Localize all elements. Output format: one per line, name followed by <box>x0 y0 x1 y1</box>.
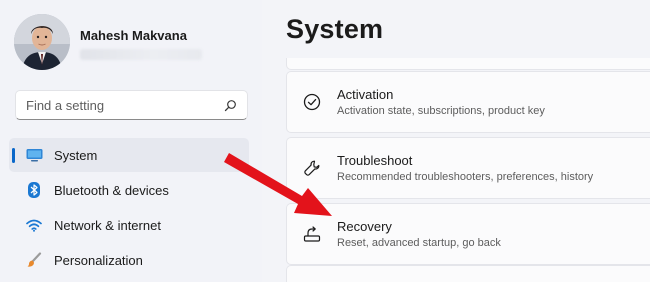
setting-title: Activation <box>337 87 394 102</box>
settings-card-recovery[interactable]: Recovery Reset, advanced startup, go bac… <box>286 203 650 265</box>
page-title: System <box>286 14 384 44</box>
active-indicator <box>12 148 15 163</box>
setting-title: Recovery <box>337 219 392 234</box>
brush-icon <box>25 251 43 269</box>
sidebar-item-network[interactable]: Network & internet <box>9 208 249 242</box>
bluetooth-icon <box>25 181 43 199</box>
search-input[interactable]: Find a setting <box>26 98 223 113</box>
setting-title: Troubleshoot <box>337 153 413 168</box>
settings-card-partial[interactable] <box>286 265 650 282</box>
user-email-redacted <box>80 49 202 60</box>
wrench-icon <box>301 157 323 179</box>
wifi-icon <box>25 216 43 234</box>
sidebar-item-personalization[interactable]: Personalization <box>9 243 249 277</box>
sidebar-item-label: Personalization <box>54 252 143 268</box>
system-monitor-icon <box>25 146 43 164</box>
settings-card-partial[interactable] <box>286 58 650 70</box>
search-icon[interactable] <box>223 98 237 112</box>
recovery-icon <box>301 223 323 245</box>
settings-card-activation[interactable]: Activation Activation state, subscriptio… <box>286 71 650 133</box>
search-box[interactable]: Find a setting <box>15 90 248 120</box>
sidebar-item-bluetooth[interactable]: Bluetooth & devices <box>9 173 249 207</box>
user-name: Mahesh Makvana <box>80 28 187 43</box>
sidebar-nav: System Bluetooth & devices Network & int… <box>9 138 249 278</box>
setting-subtitle: Activation state, subscriptions, product… <box>337 105 545 117</box>
sidebar-item-label: Network & internet <box>54 217 161 233</box>
user-profile[interactable]: Mahesh Makvana <box>14 14 202 70</box>
sidebar-item-label: Bluetooth & devices <box>54 182 169 198</box>
sidebar-item-system[interactable]: System <box>9 138 249 172</box>
setting-subtitle: Recommended troubleshooters, preferences… <box>337 171 594 183</box>
setting-subtitle: Reset, advanced startup, go back <box>337 237 501 249</box>
settings-card-troubleshoot[interactable]: Troubleshoot Recommended troubleshooters… <box>286 137 650 199</box>
check-circle-icon <box>301 91 323 113</box>
avatar[interactable] <box>14 14 70 70</box>
sidebar: Mahesh Makvana Find a setting System Blu… <box>0 0 262 282</box>
sidebar-item-label: System <box>54 147 98 163</box>
